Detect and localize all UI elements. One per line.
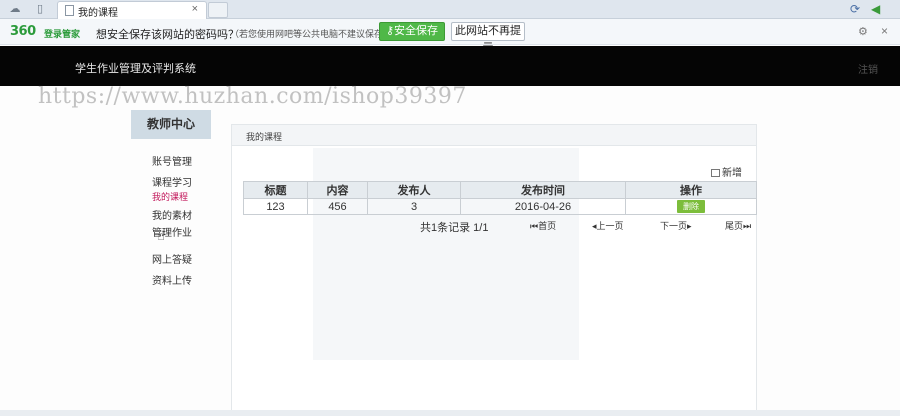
pager-prev-label: 上一页 <box>596 221 624 231</box>
course-table: 标题 内容 发布人 发布时间 操作 123 456 3 2016-04-26 删… <box>243 181 757 215</box>
safe-save-button[interactable]: ⚷安全保存 <box>379 22 445 41</box>
column-header: 标题 <box>243 181 308 199</box>
new-tab-button[interactable] <box>208 2 228 18</box>
password-save-bar: 360 登录管家 想安全保存该网站的密码吗？ （若您使用网吧等公共电脑不建议保存… <box>0 19 900 54</box>
cell-content: 456 <box>307 198 368 215</box>
pager-first[interactable]: ⏮首页 <box>530 219 556 232</box>
refresh-icon[interactable]: ⟳ <box>850 2 860 16</box>
mouse-cursor-icon: ☝ <box>157 228 165 243</box>
sidebar-item-materials[interactable]: 我的素材 <box>152 207 192 222</box>
sidebar-item-my-courses[interactable]: 我的课程 <box>152 190 188 203</box>
next-page-icon: ▸ <box>687 221 692 231</box>
pager-last-label: 尾页 <box>725 221 744 231</box>
gear-icon[interactable]: ⚙ <box>858 25 868 38</box>
panel-title-bar: 我的课程 <box>232 125 756 146</box>
add-button[interactable]: 新增 <box>711 164 742 179</box>
cell-publisher: 3 <box>367 198 461 215</box>
logout-link[interactable]: 注销 <box>858 61 878 76</box>
column-header: 操作 <box>625 181 757 199</box>
delete-button[interactable]: 删除 <box>677 200 705 213</box>
pager-next-label: 下一页 <box>660 221 688 231</box>
column-header: 发布时间 <box>460 181 626 199</box>
column-header: 发布人 <box>367 181 461 199</box>
first-page-icon: ⏮ <box>530 221 539 231</box>
book-icon[interactable]: ▯ <box>32 2 48 16</box>
pager-next[interactable]: 下一页▸ <box>660 219 692 232</box>
site-header: 学生作业管理及评判系统 注销 <box>0 46 900 86</box>
logo-360: 360 <box>10 24 36 39</box>
cell-action: 删除 <box>625 198 757 215</box>
never-prompt-button[interactable]: 此网站不再提示 <box>451 22 525 54</box>
sidebar-item-qa[interactable]: 网上答疑 <box>152 251 192 266</box>
last-page-icon: ⏭ <box>743 221 752 231</box>
cell-title: 123 <box>243 198 308 215</box>
sidebar-item-upload[interactable]: 资料上传 <box>152 272 192 287</box>
pager-first-label: 首页 <box>538 221 557 231</box>
logo-subtitle: 登录管家 <box>44 29 81 39</box>
browser-tab[interactable]: 我的课程 × <box>57 1 207 19</box>
sidebar-heading: 教师中心 <box>131 110 211 139</box>
doc-icon <box>65 5 74 16</box>
sidebar-item-course-study[interactable]: 课程学习 <box>152 174 192 189</box>
browser-tab-strip: ☁ ▯ 我的课程 × ⟳ ◀ <box>0 0 900 19</box>
pager-info: 共1条记录 1/1 <box>420 222 489 234</box>
loading-overlay <box>313 148 579 360</box>
column-header: 内容 <box>307 181 368 199</box>
save-password-question: 想安全保存该网站的密码吗？ <box>96 29 239 41</box>
system-title: 学生作业管理及评判系统 <box>75 63 196 75</box>
sidebar-item-account[interactable]: 账号管理 <box>152 153 192 168</box>
cloud-icon[interactable]: ☁ <box>7 2 23 16</box>
tab-close-icon[interactable]: × <box>192 3 198 15</box>
add-icon <box>711 169 720 177</box>
key-icon: ⚷ <box>385 25 395 37</box>
table-header-row: 标题 内容 发布人 发布时间 操作 <box>243 181 757 199</box>
browser-status-bar <box>0 410 900 416</box>
add-label: 新增 <box>722 168 742 179</box>
pager-last[interactable]: 尾页⏭ <box>725 219 751 232</box>
watermark-url: https://www.huzhan.com/ishop39397 <box>38 84 467 109</box>
close-icon[interactable]: × <box>881 24 888 38</box>
pager-prev[interactable]: ◂上一页 <box>592 219 624 232</box>
tab-title: 我的课程 <box>78 8 118 19</box>
safe-save-label: 安全保存 <box>394 25 439 37</box>
back-arrow-icon[interactable]: ◀ <box>871 2 880 16</box>
table-row: 123 456 3 2016-04-26 删除 <box>243 198 757 215</box>
panel-title: 我的课程 <box>246 132 283 142</box>
save-password-note: （若您使用网吧等公共电脑不建议保存） <box>230 29 393 39</box>
cell-date: 2016-04-26 <box>460 198 626 215</box>
